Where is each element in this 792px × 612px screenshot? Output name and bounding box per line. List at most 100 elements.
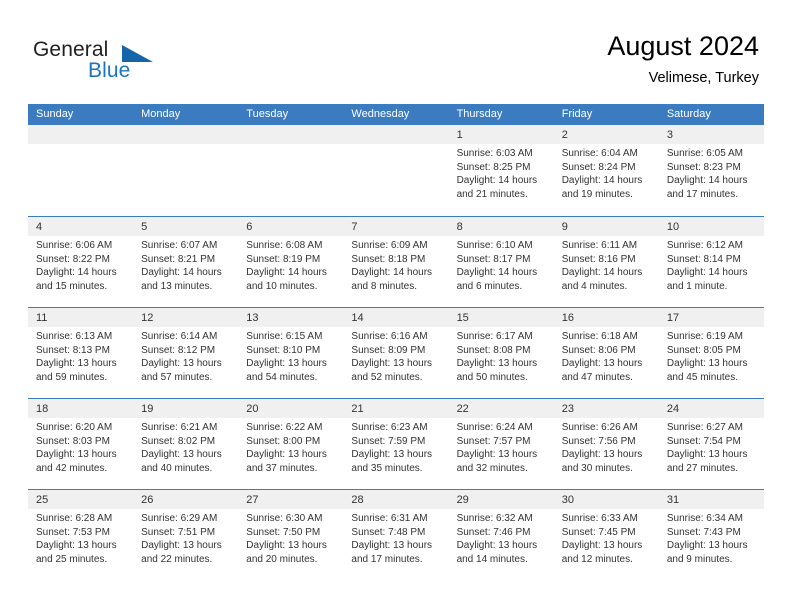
sunset-time: Sunset: 7:51 PM [141,526,216,538]
page-header: General Blue August 2024 Velimese, Turke… [0,0,792,100]
day-cell-10[interactable]: 10 Sunrise: 6:12 AM Sunset: 8:14 PM Dayligh… [658,217,764,307]
day-cell-13[interactable]: 13 Sunrise: 6:15 AM Sunset: 8:10 PM Dayligh… [238,308,344,398]
day-number: 16 [561,312,574,324]
sunset-time: Sunset: 8:16 PM [561,253,636,265]
day-details: Sunrise: 6:21 AM Sunset: 8:02 PM Daylight:… [133,418,238,475]
day-number: 18 [36,403,49,415]
day-cell-30[interactable]: 30 Sunrise: 6:33 AM Sunset: 7:45 PM Dayligh… [553,490,659,580]
day-number: 26 [141,494,154,506]
day-cell-empty [28,125,134,216]
calendar-grid: Sunday Monday Tuesday Wednesday Thursday Frid… [28,104,764,580]
day-cell-5[interactable]: 5 Sunrise: 6:07 AM Sunset: 8:21 PM Daylight… [133,217,239,307]
day-number: 17 [666,312,680,324]
day-cell-23[interactable]: 23 Sunrise: 6:26 AM Sunset: 7:56 PM Dayligh… [553,399,659,489]
sunrise-time: Sunrise: 6:20 AM [36,422,113,433]
day-number-strip [28,125,134,144]
day-details: Sunrise: 6:10 AM Sunset: 8:17 PM Daylight:… [449,236,554,293]
day-cell-15[interactable]: 15 Sunrise: 6:17 AM Sunset: 8:08 PM Dayligh… [448,308,554,398]
logo-text-blue: Blue [88,59,131,82]
day-number: 10 [666,221,680,233]
daylight-duration-line2: and 27 minutes. [666,462,739,474]
day-number: 12 [141,312,154,324]
day-cell-3[interactable]: 3 Sunrise: 6:05 AM Sunset: 8:23 PM Daylight… [658,125,764,216]
day-number-strip: 21 [343,399,449,418]
day-cell-8[interactable]: 8 Sunrise: 6:10 AM Sunset: 8:17 PM Daylight… [448,217,554,307]
day-cell-26[interactable]: 26 Sunrise: 6:29 AM Sunset: 7:51 PM Dayligh… [133,490,239,580]
sunrise-time: Sunrise: 6:30 AM [246,513,323,524]
day-cell-2[interactable]: 2 Sunrise: 6:04 AM Sunset: 8:24 PM Daylight… [553,125,659,216]
day-details: Sunrise: 6:05 AM Sunset: 8:23 PM Daylight:… [659,144,764,201]
daylight-duration-line1: Daylight: 13 hours [666,449,748,461]
daylight-duration-line1: Daylight: 13 hours [666,358,748,370]
daylight-duration-line1: Daylight: 14 hours [351,267,433,279]
sunset-time: Sunset: 7:50 PM [246,526,321,538]
sunset-time: Sunset: 8:23 PM [666,161,741,173]
sunrise-time: Sunrise: 6:11 AM [561,240,638,251]
sunset-time: Sunset: 8:00 PM [246,435,321,447]
day-number: 5 [141,221,148,233]
sunrise-time: Sunrise: 6:03 AM [456,148,533,159]
logo-text-general: General [33,38,109,61]
day-number: 6 [246,221,253,233]
day-details: Sunrise: 6:23 AM Sunset: 7:59 PM Daylight:… [343,418,448,475]
daylight-duration-line1: Daylight: 14 hours [666,267,748,279]
day-cell-14[interactable]: 14 Sunrise: 6:16 AM Sunset: 8:09 PM Dayligh… [343,308,449,398]
calendar-week-row: 4 Sunrise: 6:06 AM Sunset: 8:22 PM Daylight… [28,216,764,307]
daylight-duration-line2: and 45 minutes. [666,371,739,383]
page-title: August 2024 [607,31,759,61]
day-cell-24[interactable]: 24 Sunrise: 6:27 AM Sunset: 7:54 PM Dayligh… [658,399,764,489]
day-number: 25 [36,494,49,506]
daylight-duration-line1: Daylight: 13 hours [561,449,643,461]
day-cell-16[interactable]: 16 Sunrise: 6:18 AM Sunset: 8:06 PM Dayligh… [553,308,659,398]
day-cell-22[interactable]: 22 Sunrise: 6:24 AM Sunset: 7:57 PM Dayligh… [448,399,554,489]
daylight-duration-line2: and 35 minutes. [351,462,423,474]
day-details: Sunrise: 6:17 AM Sunset: 8:08 PM Daylight:… [449,327,554,384]
day-cell-4[interactable]: 4 Sunrise: 6:06 AM Sunset: 8:22 PM Daylight… [28,217,134,307]
day-cell-1[interactable]: 1 Sunrise: 6:03 AM Sunset: 8:25 PM Daylight… [448,125,554,216]
day-cell-31[interactable]: 31 Sunrise: 6:34 AM Sunset: 7:43 PM Dayligh… [658,490,764,580]
day-number-strip: 16 [553,308,659,327]
day-cell-11[interactable]: 11 Sunrise: 6:13 AM Sunset: 8:13 PM Dayligh… [28,308,134,398]
day-cell-27[interactable]: 27 Sunrise: 6:30 AM Sunset: 7:50 PM Dayligh… [238,490,344,580]
day-number: 15 [456,312,469,324]
sunset-time: Sunset: 8:08 PM [456,344,531,356]
sunrise-time: Sunrise: 6:17 AM [456,331,533,342]
day-cell-21[interactable]: 21 Sunrise: 6:23 AM Sunset: 7:59 PM Dayligh… [343,399,449,489]
day-cell-28[interactable]: 28 Sunrise: 6:31 AM Sunset: 7:48 PM Dayligh… [343,490,449,580]
day-number-strip: 3 [658,125,764,144]
day-details: Sunrise: 6:15 AM Sunset: 8:10 PM Daylight:… [238,327,343,384]
day-cell-17[interactable]: 17 Sunrise: 6:19 AM Sunset: 8:05 PM Dayligh… [658,308,764,398]
sunset-time: Sunset: 8:13 PM [36,344,110,356]
day-details: Sunrise: 6:34 AM Sunset: 7:43 PM Daylight:… [659,509,764,566]
day-details: Sunrise: 6:03 AM Sunset: 8:25 PM Daylight:… [449,144,554,201]
general-blue-logo[interactable]: General Blue [33,38,213,88]
sunset-time: Sunset: 8:14 PM [666,253,741,265]
day-cell-18[interactable]: 18 Sunrise: 6:20 AM Sunset: 8:03 PM Dayligh… [28,399,134,489]
day-cell-12[interactable]: 12 Sunrise: 6:14 AM Sunset: 8:12 PM Dayligh… [133,308,239,398]
weekday-header-monday: Monday [141,108,181,120]
day-details: Sunrise: 6:20 AM Sunset: 8:03 PM Daylight:… [28,418,133,475]
sunset-time: Sunset: 8:05 PM [666,344,741,356]
day-cell-9[interactable]: 9 Sunrise: 6:11 AM Sunset: 8:16 PM Daylight… [553,217,659,307]
day-number: 9 [561,221,568,233]
daylight-duration-line2: and 25 minutes. [36,553,108,565]
daylight-duration-line2: and 30 minutes. [561,462,633,474]
day-details: Sunrise: 6:06 AM Sunset: 8:22 PM Daylight:… [28,236,133,293]
day-details: Sunrise: 6:12 AM Sunset: 8:14 PM Daylight:… [659,236,764,293]
day-cell-20[interactable]: 20 Sunrise: 6:22 AM Sunset: 8:00 PM Dayligh… [238,399,344,489]
day-cell-empty [238,125,344,216]
day-cell-25[interactable]: 25 Sunrise: 6:28 AM Sunset: 7:53 PM Dayligh… [28,490,134,580]
day-cell-6[interactable]: 6 Sunrise: 6:08 AM Sunset: 8:19 PM Daylight… [238,217,344,307]
sunset-time: Sunset: 8:18 PM [351,253,426,265]
sunrise-time: Sunrise: 6:13 AM [36,331,113,342]
day-number-strip [238,125,344,144]
sunrise-time: Sunrise: 6:07 AM [141,240,218,251]
day-cell-29[interactable]: 29 Sunrise: 6:32 AM Sunset: 7:46 PM Dayligh… [448,490,554,580]
daylight-duration-line2: and 52 minutes. [351,371,423,383]
daylight-duration-line1: Daylight: 13 hours [141,449,222,461]
sunset-time: Sunset: 7:53 PM [36,526,110,538]
daylight-duration-line1: Daylight: 13 hours [141,540,222,552]
day-cell-19[interactable]: 19 Sunrise: 6:21 AM Sunset: 8:02 PM Dayligh… [133,399,239,489]
sunset-time: Sunset: 8:25 PM [456,161,531,173]
day-cell-7[interactable]: 7 Sunrise: 6:09 AM Sunset: 8:18 PM Daylight… [343,217,449,307]
